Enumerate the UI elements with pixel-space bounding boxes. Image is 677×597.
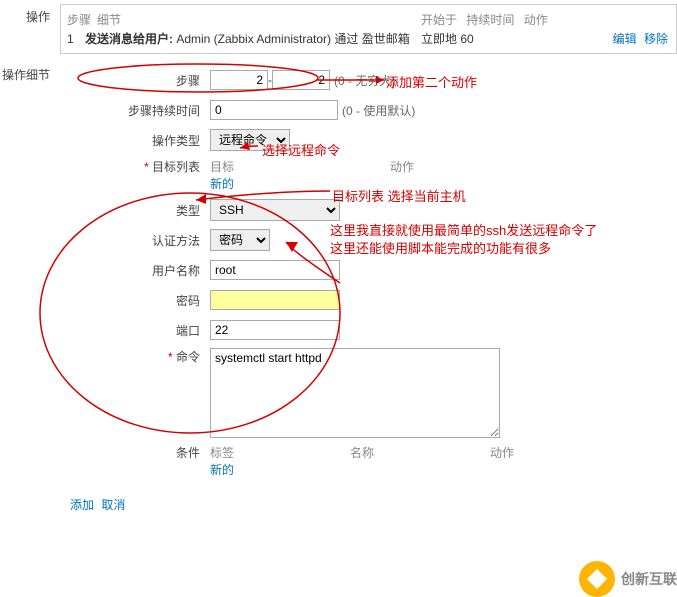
optype-select[interactable]: 远程命令 — [210, 129, 290, 151]
duration-input[interactable] — [210, 100, 338, 120]
ops-row: 1 发送消息给用户: Admin (Zabbix Administrator) … — [67, 30, 670, 47]
msg-prefix: 发送消息给用户: — [85, 32, 173, 46]
steps-label: 步骤 — [60, 72, 210, 89]
col-start: 开始于 — [421, 13, 457, 27]
target-new-link[interactable]: 新的 — [210, 177, 234, 191]
target-label: 目标列表 — [60, 158, 210, 175]
type-select[interactable]: SSH — [210, 199, 340, 221]
duration-label: 步骤持续时间 — [60, 102, 210, 119]
optype-label: 操作类型 — [60, 132, 210, 149]
cond-col-name: 名称 — [350, 444, 490, 461]
cmd-label: 命令 — [60, 348, 210, 365]
msg-via: 通过 盈世邮箱 — [334, 32, 409, 46]
ops-box: 步骤 细节 开始于 持续时间 动作 1 发送消息给用户: Admin (Zabb… — [60, 4, 677, 54]
steps-suffix: (0 - 无穷大) — [334, 72, 395, 89]
cond-new-link[interactable]: 新的 — [210, 463, 234, 477]
cancel-link[interactable]: 取消 — [101, 498, 125, 512]
target-col-target: 目标 — [210, 158, 390, 175]
section-ops-label: 操作 — [0, 4, 60, 54]
user-label: 用户名称 — [60, 262, 210, 279]
col-action: 动作 — [524, 13, 548, 27]
row-num: 1 — [67, 32, 85, 46]
cmd-textarea[interactable] — [210, 348, 500, 438]
start-val: 立即地 — [421, 32, 457, 46]
col-detail: 细节 — [97, 11, 121, 28]
pw-input[interactable] — [210, 290, 340, 310]
section-details-label: 操作细节 — [0, 62, 60, 484]
port-label: 端口 — [60, 322, 210, 339]
port-input[interactable] — [210, 320, 340, 340]
remove-link[interactable]: 移除 — [644, 32, 668, 46]
col-duration: 持续时间 — [466, 13, 514, 27]
auth-label: 认证方法 — [60, 232, 210, 249]
step-from-input[interactable] — [210, 70, 268, 90]
cond-col-action: 动作 — [490, 444, 630, 461]
cond-col-tag: 标签 — [210, 444, 350, 461]
watermark-text: 创新互联 — [621, 569, 677, 589]
add-link[interactable]: 添加 — [70, 498, 94, 512]
user-input[interactable] — [210, 260, 340, 280]
type-label: 类型 — [60, 202, 210, 219]
auth-select[interactable]: 密码 — [210, 229, 270, 251]
cond-label: 条件 — [60, 444, 210, 461]
watermark: 创新互联 — [579, 561, 677, 597]
watermark-icon — [579, 561, 615, 597]
dur-val: 60 — [460, 32, 473, 46]
col-step: 步骤 — [67, 11, 91, 28]
edit-link[interactable]: 编辑 — [613, 32, 637, 46]
step-to-input[interactable] — [272, 70, 330, 90]
pw-label: 密码 — [60, 292, 210, 309]
duration-suffix: (0 - 使用默认) — [342, 102, 415, 119]
target-col-action: 动作 — [390, 158, 414, 175]
msg-user: Admin (Zabbix Administrator) — [173, 32, 334, 46]
